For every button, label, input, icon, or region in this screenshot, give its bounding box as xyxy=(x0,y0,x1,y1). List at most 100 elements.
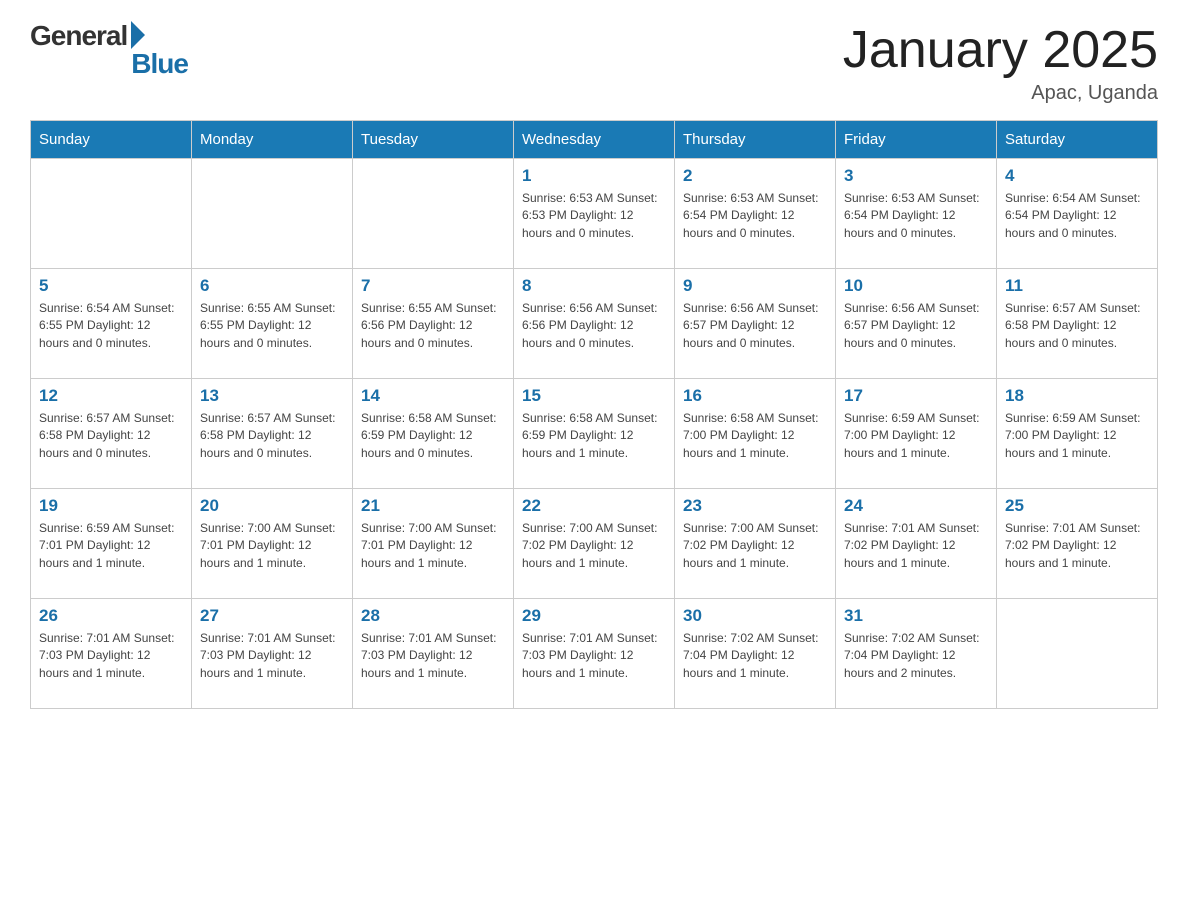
calendar-cell xyxy=(31,159,192,269)
calendar-cell xyxy=(997,599,1158,709)
day-number: 14 xyxy=(361,386,505,406)
calendar-cell: 13Sunrise: 6:57 AM Sunset: 6:58 PM Dayli… xyxy=(192,379,353,489)
day-info: Sunrise: 6:56 AM Sunset: 6:57 PM Dayligh… xyxy=(683,300,827,352)
day-info: Sunrise: 6:58 AM Sunset: 6:59 PM Dayligh… xyxy=(522,410,666,462)
title-section: January 2025 Apac, Uganda xyxy=(843,20,1158,105)
day-info: Sunrise: 6:59 AM Sunset: 7:00 PM Dayligh… xyxy=(844,410,988,462)
calendar-cell: 1 Sunrise: 6:53 AM Sunset: 6:53 PM Daylig… xyxy=(514,159,675,269)
calendar-day-header: Tuesday xyxy=(353,121,514,159)
calendar-cell: 31Sunrise: 7:02 AM Sunset: 7:04 PM Dayli… xyxy=(836,599,997,709)
day-info: Sunrise: 6:57 AM Sunset: 6:58 PM Dayligh… xyxy=(1005,300,1149,352)
calendar-cell: 30 Sunrise: 7:02 AM Sunset: 7:04 PM Dayli… xyxy=(675,599,836,709)
calendar-cell: 28Sunrise: 7:01 AM Sunset: 7:03 PM Dayli… xyxy=(353,599,514,709)
day-number: 12 xyxy=(39,386,183,406)
day-info: Sunrise: 7:00 AM Sunset: 7:02 PM Dayligh… xyxy=(522,520,666,572)
calendar-cell: 17 Sunrise: 6:59 AM Sunset: 7:00 PM Dayli… xyxy=(836,379,997,489)
calendar-table: SundayMondayTuesdayWednesdayThursdayFrid… xyxy=(30,120,1158,709)
day-info: Sunrise: 6:56 AM Sunset: 6:57 PM Dayligh… xyxy=(844,300,988,352)
day-number: 7 xyxy=(361,276,505,296)
calendar-cell xyxy=(192,159,353,269)
calendar-week-row: 12 Sunrise: 6:57 AM Sunset: 6:58 PM Dayli… xyxy=(31,379,1158,489)
calendar-week-row: 1 Sunrise: 6:53 AM Sunset: 6:53 PM Daylig… xyxy=(31,159,1158,269)
day-number: 23 xyxy=(683,496,827,516)
day-info: Sunrise: 7:02 AM Sunset: 7:04 PM Dayligh… xyxy=(683,630,827,682)
calendar-cell: 29Sunrise: 7:01 AM Sunset: 7:03 PM Dayli… xyxy=(514,599,675,709)
calendar-header-row: SundayMondayTuesdayWednesdayThursdayFrid… xyxy=(31,121,1158,159)
day-info: Sunrise: 7:01 AM Sunset: 7:03 PM Dayligh… xyxy=(361,630,505,682)
day-info: Sunrise: 6:59 AM Sunset: 7:01 PM Dayligh… xyxy=(39,520,183,572)
calendar-cell: 2 Sunrise: 6:53 AM Sunset: 6:54 PM Daylig… xyxy=(675,159,836,269)
day-number: 2 xyxy=(683,166,827,186)
calendar-cell: 5 Sunrise: 6:54 AM Sunset: 6:55 PM Daylig… xyxy=(31,269,192,379)
calendar-cell: 3 Sunrise: 6:53 AM Sunset: 6:54 PM Daylig… xyxy=(836,159,997,269)
day-info: Sunrise: 6:54 AM Sunset: 6:54 PM Dayligh… xyxy=(1005,190,1149,242)
day-number: 9 xyxy=(683,276,827,296)
calendar-cell: 8 Sunrise: 6:56 AM Sunset: 6:56 PM Daylig… xyxy=(514,269,675,379)
calendar-day-header: Thursday xyxy=(675,121,836,159)
location: Apac, Uganda xyxy=(843,82,1158,105)
calendar-cell: 18 Sunrise: 6:59 AM Sunset: 7:00 PM Dayli… xyxy=(997,379,1158,489)
day-number: 16 xyxy=(683,386,827,406)
day-info: Sunrise: 6:58 AM Sunset: 6:59 PM Dayligh… xyxy=(361,410,505,462)
calendar-day-header: Saturday xyxy=(997,121,1158,159)
calendar-cell: 20Sunrise: 7:00 AM Sunset: 7:01 PM Dayli… xyxy=(192,489,353,599)
calendar-cell: 24Sunrise: 7:01 AM Sunset: 7:02 PM Dayli… xyxy=(836,489,997,599)
day-number: 29 xyxy=(522,606,666,626)
day-number: 3 xyxy=(844,166,988,186)
month-title: January 2025 xyxy=(843,20,1158,80)
day-info: Sunrise: 7:00 AM Sunset: 7:02 PM Dayligh… xyxy=(683,520,827,572)
day-info: Sunrise: 6:53 AM Sunset: 6:53 PM Dayligh… xyxy=(522,190,666,242)
calendar-day-header: Sunday xyxy=(31,121,192,159)
day-number: 18 xyxy=(1005,386,1149,406)
day-info: Sunrise: 7:02 AM Sunset: 7:04 PM Dayligh… xyxy=(844,630,988,682)
calendar-day-header: Friday xyxy=(836,121,997,159)
calendar-week-row: 19 Sunrise: 6:59 AM Sunset: 7:01 PM Dayli… xyxy=(31,489,1158,599)
day-number: 24 xyxy=(844,496,988,516)
day-info: Sunrise: 7:01 AM Sunset: 7:02 PM Dayligh… xyxy=(1005,520,1149,572)
calendar-cell: 9 Sunrise: 6:56 AM Sunset: 6:57 PM Daylig… xyxy=(675,269,836,379)
day-info: Sunrise: 6:58 AM Sunset: 7:00 PM Dayligh… xyxy=(683,410,827,462)
day-info: Sunrise: 7:01 AM Sunset: 7:03 PM Dayligh… xyxy=(200,630,344,682)
day-number: 15 xyxy=(522,386,666,406)
calendar-cell: 21 Sunrise: 7:00 AM Sunset: 7:01 PM Dayli… xyxy=(353,489,514,599)
day-number: 30 xyxy=(683,606,827,626)
day-number: 5 xyxy=(39,276,183,296)
calendar-week-row: 5 Sunrise: 6:54 AM Sunset: 6:55 PM Daylig… xyxy=(31,269,1158,379)
day-number: 17 xyxy=(844,386,988,406)
day-number: 4 xyxy=(1005,166,1149,186)
day-info: Sunrise: 7:01 AM Sunset: 7:03 PM Dayligh… xyxy=(39,630,183,682)
day-number: 8 xyxy=(522,276,666,296)
day-number: 21 xyxy=(361,496,505,516)
day-info: Sunrise: 6:57 AM Sunset: 6:58 PM Dayligh… xyxy=(39,410,183,462)
calendar-cell: 15 Sunrise: 6:58 AM Sunset: 6:59 PM Dayli… xyxy=(514,379,675,489)
calendar-cell: 25 Sunrise: 7:01 AM Sunset: 7:02 PM Dayli… xyxy=(997,489,1158,599)
day-number: 19 xyxy=(39,496,183,516)
day-info: Sunrise: 6:55 AM Sunset: 6:55 PM Dayligh… xyxy=(200,300,344,352)
day-info: Sunrise: 6:56 AM Sunset: 6:56 PM Dayligh… xyxy=(522,300,666,352)
day-number: 11 xyxy=(1005,276,1149,296)
calendar-cell: 27Sunrise: 7:01 AM Sunset: 7:03 PM Dayli… xyxy=(192,599,353,709)
calendar-cell: 23 Sunrise: 7:00 AM Sunset: 7:02 PM Dayli… xyxy=(675,489,836,599)
calendar-cell: 11 Sunrise: 6:57 AM Sunset: 6:58 PM Dayli… xyxy=(997,269,1158,379)
calendar-cell xyxy=(353,159,514,269)
calendar-cell: 7 Sunrise: 6:55 AM Sunset: 6:56 PM Daylig… xyxy=(353,269,514,379)
day-number: 25 xyxy=(1005,496,1149,516)
day-number: 20 xyxy=(200,496,344,516)
calendar-cell: 26 Sunrise: 7:01 AM Sunset: 7:03 PM Dayli… xyxy=(31,599,192,709)
calendar-cell: 6Sunrise: 6:55 AM Sunset: 6:55 PM Daylig… xyxy=(192,269,353,379)
day-info: Sunrise: 7:00 AM Sunset: 7:01 PM Dayligh… xyxy=(361,520,505,572)
calendar-cell: 12 Sunrise: 6:57 AM Sunset: 6:58 PM Dayli… xyxy=(31,379,192,489)
calendar-day-header: Wednesday xyxy=(514,121,675,159)
day-info: Sunrise: 6:53 AM Sunset: 6:54 PM Dayligh… xyxy=(844,190,988,242)
calendar-cell: 4 Sunrise: 6:54 AM Sunset: 6:54 PM Daylig… xyxy=(997,159,1158,269)
day-number: 26 xyxy=(39,606,183,626)
day-info: Sunrise: 6:59 AM Sunset: 7:00 PM Dayligh… xyxy=(1005,410,1149,462)
day-number: 22 xyxy=(522,496,666,516)
day-number: 1 xyxy=(522,166,666,186)
day-number: 10 xyxy=(844,276,988,296)
day-info: Sunrise: 6:54 AM Sunset: 6:55 PM Dayligh… xyxy=(39,300,183,352)
calendar-cell: 22 Sunrise: 7:00 AM Sunset: 7:02 PM Dayli… xyxy=(514,489,675,599)
calendar-cell: 14 Sunrise: 6:58 AM Sunset: 6:59 PM Dayli… xyxy=(353,379,514,489)
day-info: Sunrise: 6:53 AM Sunset: 6:54 PM Dayligh… xyxy=(683,190,827,242)
day-info: Sunrise: 6:55 AM Sunset: 6:56 PM Dayligh… xyxy=(361,300,505,352)
